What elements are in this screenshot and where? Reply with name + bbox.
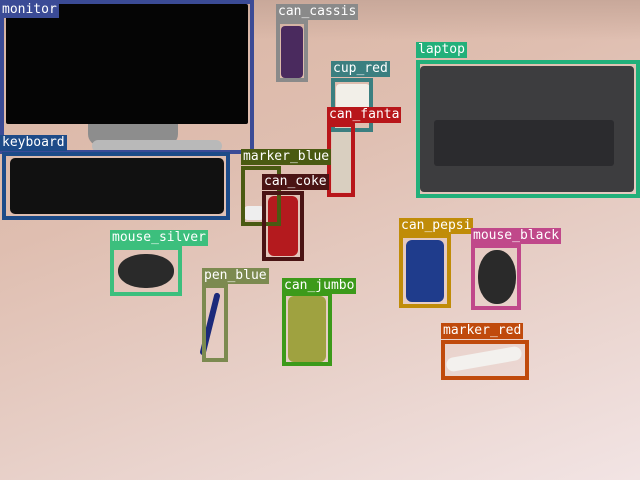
box-mouse-silver xyxy=(110,246,182,296)
label-cup-red: cup_red xyxy=(331,61,390,77)
label-can-pepsi: can_pepsi xyxy=(399,218,474,234)
detection-scene: monitor can_cassis cup_red laptop can_fa… xyxy=(0,0,640,480)
box-marker-red xyxy=(441,340,529,380)
label-mouse-black: mouse_black xyxy=(471,228,562,244)
label-can-cassis: can_cassis xyxy=(276,4,359,20)
label-laptop: laptop xyxy=(416,42,467,58)
box-monitor xyxy=(0,0,254,154)
label-pen-blue: pen_blue xyxy=(202,268,269,284)
label-keyboard: keyboard xyxy=(0,135,67,151)
label-marker-blue: marker_blue xyxy=(241,149,332,165)
box-keyboard xyxy=(2,152,230,220)
label-marker-red: marker_red xyxy=(441,323,524,339)
label-mouse-silver: mouse_silver xyxy=(110,230,208,246)
box-laptop xyxy=(416,60,640,198)
box-can-pepsi xyxy=(399,234,451,308)
label-can-fanta: can_fanta xyxy=(327,107,402,123)
label-can-jumbo: can_jumbo xyxy=(282,278,357,294)
label-monitor: monitor xyxy=(0,2,59,18)
box-pen-blue xyxy=(202,284,228,362)
label-can-coke: can_coke xyxy=(262,174,329,190)
box-can-coke xyxy=(262,191,304,261)
box-can-jumbo xyxy=(282,292,332,366)
box-mouse-black xyxy=(471,244,521,310)
box-can-cassis xyxy=(276,20,308,82)
box-can-fanta xyxy=(327,123,355,197)
